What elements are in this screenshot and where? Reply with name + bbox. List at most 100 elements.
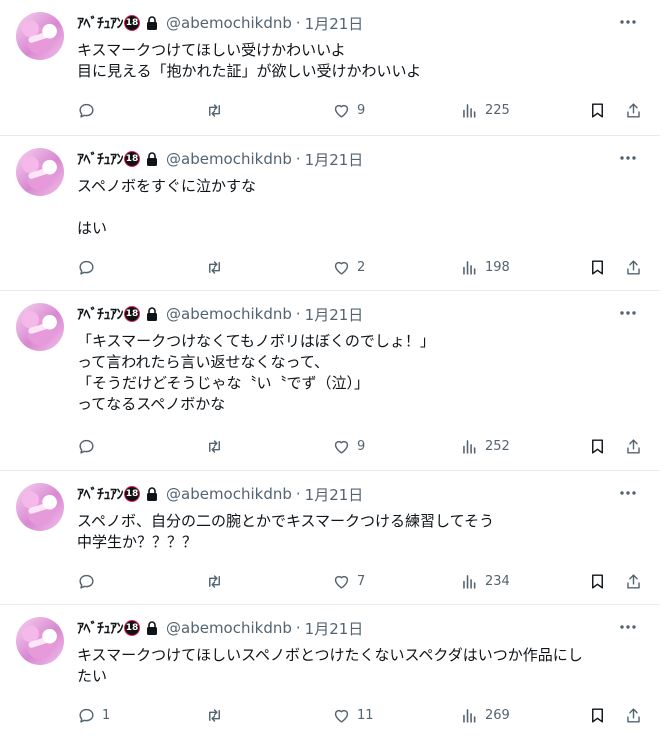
retweet-button[interactable] — [205, 571, 230, 591]
age-badge-icon: 18 — [124, 620, 140, 636]
handle[interactable]: @abemochikdnb — [166, 305, 292, 323]
bookmark-button[interactable] — [588, 705, 607, 725]
handle[interactable]: @abemochikdnb — [166, 619, 292, 637]
retweet-icon — [209, 103, 220, 117]
tweet-text-line: 「そうだけどそうじゃな〝い〝でず（泣）」 — [77, 374, 370, 392]
tweet-date[interactable]: 1月21日 — [305, 13, 364, 34]
bookmark-icon — [592, 707, 603, 723]
tweet-date[interactable]: 1月21日 — [305, 304, 364, 325]
tweet-feed: ｱﾍﾞﾁｭｱﾝ 18 @abemochikdnb · 1月21日 キスマークつけ… — [0, 0, 660, 745]
display-name[interactable]: ｱﾍﾞﾁｭｱﾝ — [77, 149, 124, 169]
share-button[interactable] — [624, 100, 643, 120]
views-button[interactable]: 225 — [460, 100, 510, 120]
like-icon — [334, 440, 349, 454]
bookmark-button[interactable] — [588, 436, 607, 456]
like-button[interactable]: 2 — [332, 257, 365, 277]
display-name[interactable]: ｱﾍﾞﾁｭｱﾝ — [77, 484, 124, 504]
tweet[interactable]: ｱﾍﾞﾁｭｱﾝ 18 @abemochikdnb · 1月21日 キスマークつけ… — [0, 0, 660, 136]
tweet-date[interactable]: 1月21日 — [305, 149, 364, 170]
separator-dot: · — [295, 14, 301, 32]
avatar[interactable] — [16, 617, 64, 665]
display-name[interactable]: ｱﾍﾞﾁｭｱﾝ — [77, 13, 124, 33]
lock-icon — [147, 621, 157, 635]
tweet[interactable]: ｱﾍﾞﾁｭｱﾝ 18 @abemochikdnb · 1月21日 スペノボ、自分… — [0, 471, 660, 605]
more-icon[interactable] — [618, 12, 638, 32]
retweet-button[interactable] — [205, 705, 230, 725]
more-icon[interactable] — [618, 303, 638, 323]
views-button[interactable]: 252 — [460, 436, 510, 456]
like-count: 2 — [357, 259, 366, 275]
share-button[interactable] — [624, 705, 643, 725]
tweet[interactable]: ｱﾍﾞﾁｭｱﾝ 18 @abemochikdnb · 1月21日 スペノボをすぐ… — [0, 136, 660, 291]
bookmark-icon — [592, 259, 603, 275]
handle[interactable]: @abemochikdnb — [166, 150, 292, 168]
reply-button[interactable] — [77, 571, 102, 591]
tweet-text-line: ってなるスペノボかな — [77, 395, 226, 413]
avatar[interactable] — [16, 303, 64, 351]
tweet-text-line: キスマークつけてほしいスペノボとつけたくないスペクダはいつか作品にし — [77, 646, 583, 664]
reply-icon — [79, 260, 94, 275]
retweet-icon — [209, 439, 220, 453]
reply-button[interactable]: 1 — [77, 705, 110, 725]
tweet-text: スペノボをすぐに泣かすな はい — [77, 176, 642, 239]
views-button[interactable]: 269 — [460, 705, 510, 725]
tweet-text-line: 中学生か？？？？ — [77, 533, 198, 551]
tweet-actions: 9 225 — [77, 100, 642, 120]
bookmark-button[interactable] — [588, 100, 607, 120]
like-icon — [334, 261, 349, 275]
tweet-text: スペノボ、自分の二の腕とかでキスマークつける練習してそう 中学生か？？？？ — [77, 511, 642, 553]
lock-icon — [147, 487, 157, 501]
like-button[interactable]: 9 — [332, 100, 365, 120]
share-icon — [627, 259, 640, 275]
retweet-button[interactable] — [205, 257, 230, 277]
tweet-text: 「キスマークつけなくてもノボリはぼくのでしょ！」 って言われたら言い返せなくなっ… — [77, 331, 642, 415]
like-button[interactable]: 9 — [332, 436, 365, 456]
bookmark-button[interactable] — [588, 571, 607, 591]
tweet-actions: 7 234 — [77, 571, 642, 591]
bookmark-button[interactable] — [588, 257, 607, 277]
tweet-actions: 9 252 — [77, 436, 642, 456]
tweet[interactable]: ｱﾍﾞﾁｭｱﾝ 18 @abemochikdnb · 1月21日 キスマークつけ… — [0, 605, 660, 745]
reply-icon — [79, 103, 94, 118]
display-name[interactable]: ｱﾍﾞﾁｭｱﾝ — [77, 618, 124, 638]
more-icon[interactable] — [618, 483, 638, 503]
tweet[interactable]: ｱﾍﾞﾁｭｱﾝ 18 @abemochikdnb · 1月21日 「キスマークつ… — [0, 291, 660, 471]
display-name[interactable]: ｱﾍﾞﾁｭｱﾝ — [77, 304, 124, 324]
share-icon — [627, 438, 640, 454]
tweet-header: ｱﾍﾞﾁｭｱﾝ 18 @abemochikdnb · 1月21日 — [77, 617, 640, 639]
share-button[interactable] — [624, 257, 643, 277]
avatar[interactable] — [16, 148, 64, 196]
views-count: 198 — [485, 259, 510, 275]
views-icon — [463, 574, 476, 589]
age-badge-icon: 18 — [124, 486, 140, 502]
tweet-text-line: って言われたら言い返せなくなって、 — [77, 353, 330, 371]
views-icon — [463, 708, 476, 723]
reply-button[interactable] — [77, 436, 102, 456]
views-button[interactable]: 198 — [460, 257, 510, 277]
tweet-header: ｱﾍﾞﾁｭｱﾝ 18 @abemochikdnb · 1月21日 — [77, 483, 640, 505]
tweet-text: キスマークつけてほしい受けかわいいよ 目に見える「抱かれた証」が欲しい受けかわい… — [77, 40, 642, 82]
avatar[interactable] — [16, 12, 64, 60]
handle[interactable]: @abemochikdnb — [166, 485, 292, 503]
views-icon — [463, 103, 476, 118]
like-button[interactable]: 7 — [332, 571, 365, 591]
more-icon[interactable] — [618, 148, 638, 168]
tweet-text-line: スペノボをすぐに泣かすな — [77, 177, 256, 195]
share-button[interactable] — [624, 571, 643, 591]
reply-button[interactable] — [77, 257, 102, 277]
reply-button[interactable] — [77, 100, 102, 120]
views-button[interactable]: 234 — [460, 571, 510, 591]
share-button[interactable] — [624, 436, 643, 456]
tweet-date[interactable]: 1月21日 — [305, 618, 364, 639]
like-count: 9 — [357, 438, 366, 454]
more-icon[interactable] — [618, 617, 638, 637]
tweet-text-line: 「キスマークつけなくてもノボリはぼくのでしょ！」 — [77, 332, 435, 350]
avatar[interactable] — [16, 483, 64, 531]
handle[interactable]: @abemochikdnb — [166, 14, 292, 32]
retweet-button[interactable] — [205, 436, 230, 456]
tweet-date[interactable]: 1月21日 — [305, 484, 364, 505]
retweet-button[interactable] — [205, 100, 230, 120]
like-button[interactable]: 11 — [332, 705, 374, 725]
tweet-text-line: スペノボ、自分の二の腕とかでキスマークつける練習してそう — [77, 512, 495, 530]
tweet-text-line: はい — [77, 219, 108, 237]
